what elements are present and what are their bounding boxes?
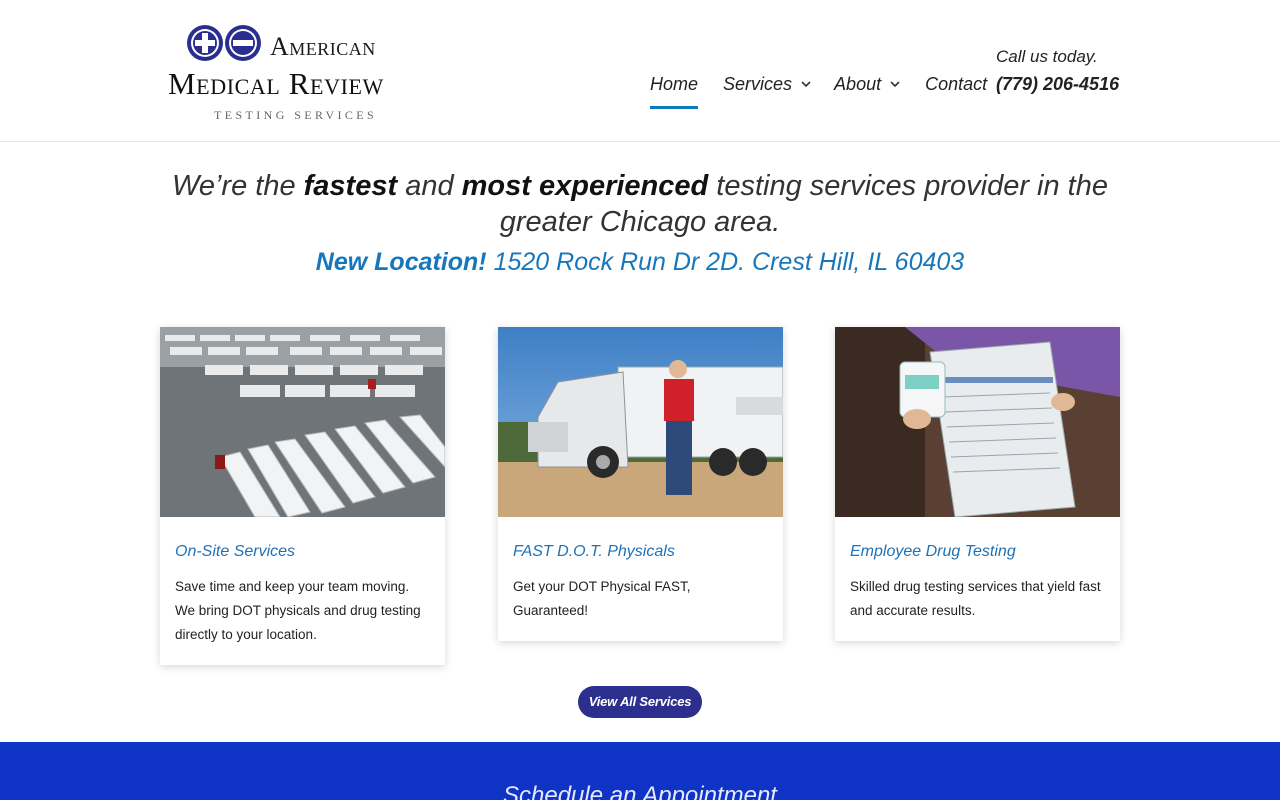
phone-number-link[interactable]: (779) 206-4516	[996, 74, 1119, 95]
service-card-dot-physicals[interactable]: FAST D.O.T. Physicals Get your DOT Physi…	[498, 327, 783, 641]
card-body: FAST D.O.T. Physicals Get your DOT Physi…	[498, 517, 783, 641]
tagline-bold-experienced: most experienced	[461, 170, 709, 202]
card-body: On-Site Services Save time and keep your…	[160, 517, 445, 665]
hero-tagline: We’re the fastest and most experienced t…	[140, 168, 1140, 240]
card-title[interactable]: FAST D.O.T. Physicals	[513, 543, 768, 561]
schedule-appointment-heading: Schedule an Appointment	[503, 782, 777, 800]
card-text: Skilled drug testing services that yield…	[850, 579, 1101, 618]
truck-driver-photo	[498, 327, 783, 517]
card-text: Get your DOT Physical FAST, Guaranteed!	[513, 579, 691, 618]
nav-home-label: Home	[650, 74, 699, 94]
logo-text-american: American	[270, 32, 376, 61]
service-card-drug-testing[interactable]: Employee Drug Testing Skilled drug testi…	[835, 327, 1120, 641]
plus-minus-logo-icon	[187, 25, 261, 61]
nav-services-label: Services	[723, 74, 793, 94]
new-location-address: 1520 Rock Run Dr 2D. Crest Hill, IL 6040…	[486, 248, 965, 276]
site-header: American Medical Review TESTING SERVICES…	[0, 0, 1280, 142]
card-title[interactable]: On-Site Services	[175, 543, 430, 561]
nav-active-indicator	[650, 106, 699, 109]
tagline-part2: and	[397, 170, 462, 202]
nav-about-label: About	[834, 74, 882, 94]
logo-text-medical-review: Medical Review	[168, 66, 384, 101]
drug-test-form-photo	[835, 327, 1120, 517]
chevron-down-icon	[890, 81, 900, 88]
logo-text-testing-services: TESTING SERVICES	[214, 108, 378, 122]
new-location-label: New Location!	[315, 248, 487, 276]
schedule-appointment-band: Schedule an Appointment	[0, 742, 1280, 800]
tagline-bold-fastest: fastest	[303, 170, 398, 202]
card-title[interactable]: Employee Drug Testing	[850, 543, 1105, 561]
site-logo[interactable]: American Medical Review TESTING SERVICES	[166, 24, 436, 124]
new-location-line: New Location! 1520 Rock Run Dr 2D. Crest…	[140, 248, 1140, 277]
service-card-onsite[interactable]: On-Site Services Save time and keep your…	[160, 327, 445, 665]
tagline-part1: We’re the	[172, 170, 304, 202]
main-nav: Home Services About Contact	[650, 74, 987, 109]
card-body: Employee Drug Testing Skilled drug testi…	[835, 517, 1120, 641]
card-text: Save time and keep your team moving. We …	[175, 579, 421, 642]
chevron-down-icon	[801, 81, 811, 88]
nav-home[interactable]: Home	[650, 74, 699, 109]
truck-lot-photo	[160, 327, 445, 517]
nav-contact-label: Contact	[925, 74, 988, 94]
nav-contact[interactable]: Contact	[925, 74, 987, 95]
view-all-services-button[interactable]: View All Services	[578, 686, 702, 718]
call-us-text: Call us today.	[996, 47, 1098, 66]
nav-about[interactable]: About	[834, 74, 900, 95]
nav-services[interactable]: Services	[723, 74, 811, 95]
